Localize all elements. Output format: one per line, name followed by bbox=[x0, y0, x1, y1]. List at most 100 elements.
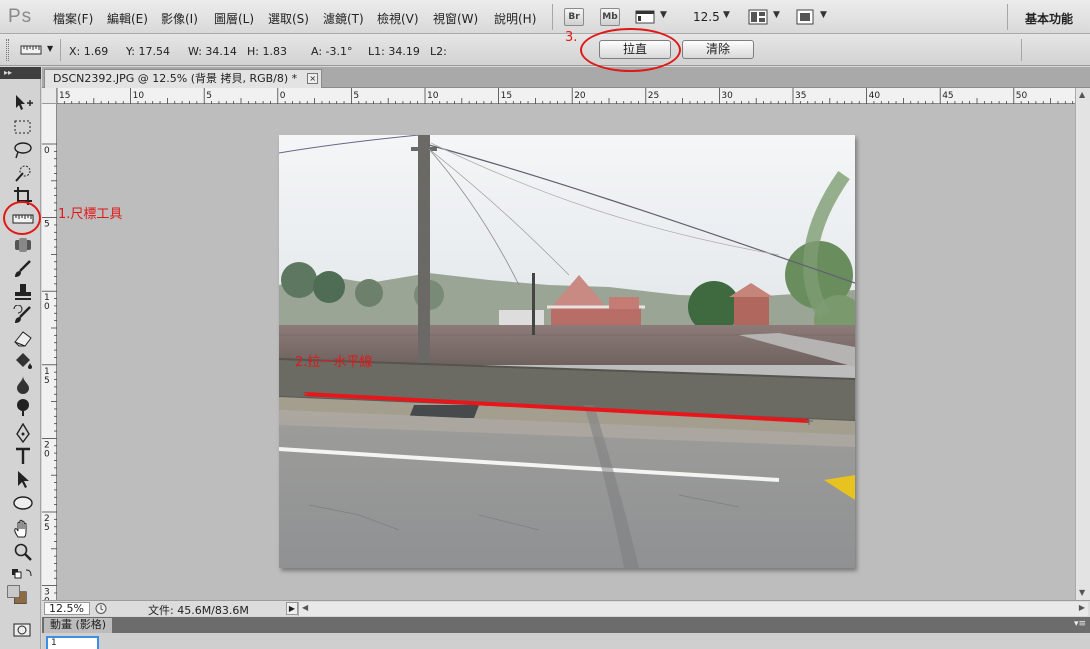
scroll-right-icon[interactable]: ▶ bbox=[1079, 603, 1085, 612]
animation-frame[interactable]: 1 bbox=[46, 636, 99, 649]
toolbox: ▸▸ bbox=[0, 67, 41, 649]
history-brush-icon[interactable] bbox=[12, 304, 34, 325]
ruler-tick-label: 0 bbox=[44, 302, 50, 312]
menu-view[interactable]: 檢視(V) bbox=[377, 10, 419, 27]
pen-icon[interactable] bbox=[12, 422, 34, 444]
eraser-icon[interactable] bbox=[12, 328, 34, 348]
menu-image[interactable]: 影像(I) bbox=[161, 10, 198, 27]
status-zoom-field[interactable]: 12.5% bbox=[44, 602, 90, 615]
length1-readout: L1: 34.19 bbox=[368, 45, 420, 58]
ruler-tick-label: 0 bbox=[44, 449, 50, 459]
ruler-tick-label: 30 bbox=[721, 91, 733, 101]
options-separator bbox=[60, 39, 61, 61]
ruler-tick-label: 45 bbox=[942, 91, 953, 101]
bucket-icon[interactable] bbox=[12, 351, 34, 371]
dodge-icon[interactable] bbox=[12, 397, 34, 417]
chevron-down-icon[interactable]: ▼ bbox=[660, 10, 667, 20]
ruler-tick-label: 50 bbox=[1016, 91, 1028, 101]
ellipse-icon[interactable] bbox=[12, 493, 34, 513]
blur-icon[interactable] bbox=[12, 374, 34, 394]
vertical-scrollbar[interactable]: ▲ ▼ bbox=[1075, 88, 1090, 600]
stamp-icon[interactable] bbox=[12, 282, 34, 302]
scroll-down-icon[interactable]: ▼ bbox=[1079, 588, 1085, 597]
chevron-down-icon[interactable]: ▼ bbox=[773, 10, 780, 20]
close-icon[interactable]: × bbox=[307, 73, 319, 84]
horizontal-scrollbar[interactable]: ◀ ▶ bbox=[298, 602, 1088, 616]
photoshop-logo: Ps bbox=[8, 6, 33, 27]
ruler-tick-label: 40 bbox=[869, 91, 881, 101]
tool-preset-chevron-icon[interactable]: ▼ bbox=[47, 44, 53, 53]
document-tab[interactable]: DSCN2392.JPG @ 12.5% (背景 拷貝, RGB/8) * × bbox=[44, 69, 323, 88]
menu-separator bbox=[552, 4, 553, 30]
extras-icon[interactable] bbox=[634, 8, 656, 29]
ruler-tick-label: 25 bbox=[648, 91, 659, 101]
bridge-button[interactable]: Br bbox=[564, 8, 584, 26]
ruler-tick-label: 5 bbox=[353, 91, 359, 101]
mini-bridge-button[interactable]: Mb bbox=[600, 8, 620, 26]
menu-file[interactable]: 檔案(F) bbox=[53, 10, 93, 27]
ruler-origin[interactable] bbox=[42, 88, 57, 104]
menu-bar: Ps 檔案(F) 編輯(E) 影像(I) 圖層(L) 選取(S) 濾鏡(T) 檢… bbox=[0, 0, 1090, 34]
marquee-icon[interactable] bbox=[12, 117, 34, 137]
path-select-icon[interactable] bbox=[12, 469, 34, 489]
scroll-up-icon[interactable]: ▲ bbox=[1079, 90, 1085, 99]
document-tab-title: DSCN2392.JPG @ 12.5% (背景 拷貝, RGB/8) * bbox=[53, 72, 298, 85]
annotation-step3: 3. bbox=[565, 30, 578, 45]
menu-select[interactable]: 選取(S) bbox=[268, 10, 309, 27]
menu-layer[interactable]: 圖層(L) bbox=[214, 10, 254, 27]
menu-filter[interactable]: 濾鏡(T) bbox=[323, 10, 364, 27]
hand-icon[interactable] bbox=[12, 519, 34, 539]
type-icon[interactable] bbox=[12, 446, 34, 466]
ruler-tick-label: 15 bbox=[501, 91, 512, 101]
zoom-icon[interactable] bbox=[12, 542, 34, 562]
arrange-documents-icon[interactable] bbox=[748, 8, 768, 29]
screen-mode-icon[interactable] bbox=[795, 8, 815, 29]
panel-menu-icon[interactable]: ▾≡ bbox=[1074, 619, 1086, 629]
status-info-icon[interactable] bbox=[94, 602, 108, 615]
zoom-level-select[interactable]: 12.5 bbox=[693, 10, 720, 24]
workspace-switcher[interactable]: 基本功能 bbox=[1025, 10, 1073, 27]
clear-button[interactable]: 清除 bbox=[682, 40, 754, 59]
options-bar: ▼ X: 1.69 Y: 17.54 W: 34.14 H: 1.83 A: -… bbox=[0, 34, 1090, 66]
quick-mask-icon[interactable] bbox=[12, 620, 34, 640]
ruler-tick-label: 20 bbox=[574, 91, 586, 101]
menu-edit[interactable]: 編輯(E) bbox=[107, 10, 148, 27]
status-menu-arrow-icon[interactable]: ▶ bbox=[286, 602, 298, 615]
quick-select-icon[interactable] bbox=[12, 163, 34, 183]
ruler-icon[interactable] bbox=[20, 43, 42, 57]
ruler-tick-label: 10 bbox=[427, 91, 439, 101]
options-separator bbox=[1021, 39, 1022, 61]
ruler-tick-label: 10 bbox=[133, 91, 145, 101]
spot-heal-icon[interactable] bbox=[12, 235, 34, 255]
lasso-icon[interactable] bbox=[12, 140, 34, 160]
chevron-down-icon[interactable]: ▼ bbox=[820, 10, 827, 20]
animation-panel-tab[interactable]: 動畫 (影格) bbox=[44, 618, 113, 633]
horizontal-ruler[interactable]: 15 10 5 0 5 10 15 20 25 30 35 40 45 50 bbox=[56, 88, 1081, 104]
status-doc-size: 文件: 45.6M/83.6M bbox=[148, 604, 249, 617]
toolbox-collapse-button[interactable]: ▸▸ bbox=[0, 67, 41, 79]
animation-panel-header: 動畫 (影格) ▾≡ bbox=[42, 617, 1090, 633]
move-icon[interactable] bbox=[12, 93, 34, 113]
color-swatches[interactable] bbox=[6, 585, 38, 615]
chevron-down-icon[interactable]: ▼ bbox=[723, 10, 730, 20]
menu-separator bbox=[1007, 4, 1008, 30]
menu-window[interactable]: 視窗(W) bbox=[433, 10, 478, 27]
angle-readout: A: -3.1° bbox=[311, 45, 353, 58]
ruler-tick-label: 5 bbox=[44, 376, 50, 386]
scroll-left-icon[interactable]: ◀ bbox=[302, 603, 308, 612]
height-readout: H: 1.83 bbox=[247, 45, 287, 58]
status-bar: 12.5% 文件: 45.6M/83.6M ▶ ◀ ▶ bbox=[42, 600, 1090, 617]
ruler-tick-label: 35 bbox=[795, 91, 806, 101]
options-bar-grip[interactable] bbox=[6, 39, 9, 61]
menu-help[interactable]: 說明(H) bbox=[494, 10, 536, 27]
brush-icon[interactable] bbox=[12, 259, 34, 279]
width-readout: W: 34.14 bbox=[188, 45, 237, 58]
annotation-circle-straighten bbox=[580, 28, 681, 72]
document-tab-bar: DSCN2392.JPG @ 12.5% (背景 拷貝, RGB/8) * × bbox=[42, 67, 1090, 88]
ruler-tick-label: 5 bbox=[44, 220, 50, 230]
vertical-ruler[interactable]: 051015202530 bbox=[42, 104, 57, 607]
ruler-tick-label: 5 bbox=[44, 523, 50, 533]
swap-colors-icon[interactable] bbox=[12, 566, 34, 586]
ruler-tick-label: 0 bbox=[280, 91, 286, 101]
annotation-step1: 1.尺標工具 bbox=[58, 207, 123, 222]
